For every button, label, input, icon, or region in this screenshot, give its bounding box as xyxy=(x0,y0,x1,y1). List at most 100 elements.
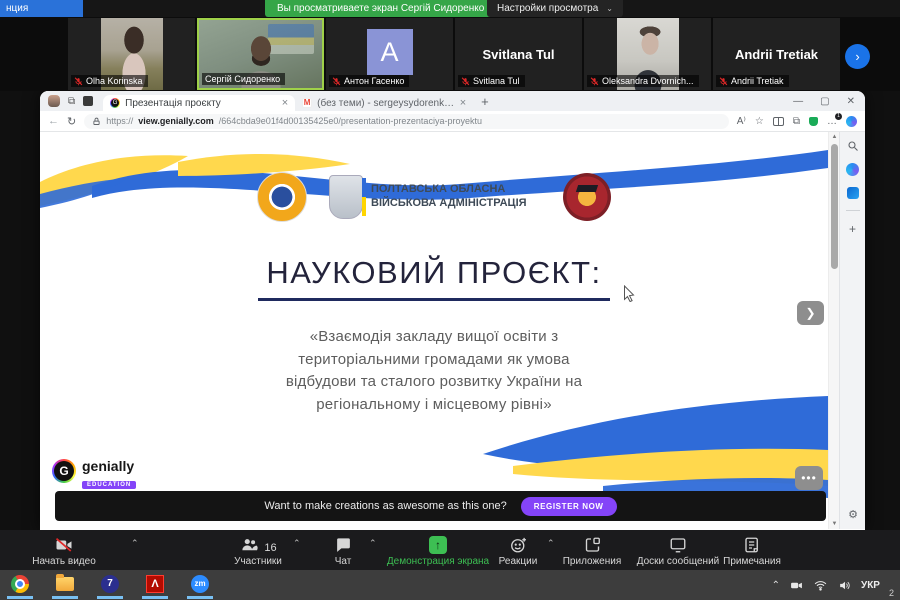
browser-window: ⧉ Презентація проєкту × M (без теми) - s… xyxy=(40,91,865,530)
participant-name: Olha Korinska xyxy=(86,76,143,86)
participant-strip: Olha Korinska Сергій Сидоренко A Антон Г… xyxy=(0,17,900,91)
menu-badge: 1 xyxy=(835,113,842,120)
address-bar[interactable]: https://view.genially.com/664cbda9e01f4d… xyxy=(84,114,729,129)
browser-menu-icon[interactable]: …1 xyxy=(827,116,837,127)
browser-titlebar: ⧉ Презентація проєкту × M (без теми) - s… xyxy=(40,91,865,111)
browser-urlbar: ← ↻ https://view.genially.com/664cbda9e0… xyxy=(40,111,865,132)
tray-camera-icon[interactable] xyxy=(789,579,804,592)
chat-icon xyxy=(334,537,353,554)
volume-icon[interactable] xyxy=(837,579,852,592)
reactions-icon xyxy=(509,536,528,554)
video-options-chevron[interactable]: ⌃ xyxy=(131,538,139,549)
tray-clock[interactable]: 2 xyxy=(889,588,894,598)
chat-button[interactable]: Чат xyxy=(318,534,368,567)
extension-shield-icon[interactable] xyxy=(809,117,818,126)
mic-muted-icon xyxy=(332,77,341,86)
participant-name-badge: Сергій Сидоренко xyxy=(202,73,285,85)
slide-title: НАУКОВИЙ ПРОЄКТ: xyxy=(40,255,828,291)
mic-muted-icon xyxy=(590,77,599,86)
collections-icon[interactable]: ⧉ xyxy=(793,116,800,127)
apps-button[interactable]: Приложения xyxy=(558,534,626,567)
scrollbar-thumb[interactable] xyxy=(831,144,838,269)
window-controls: — ▢ ✕ xyxy=(793,91,855,111)
view-settings-button[interactable]: Настройки просмотра ⌄ xyxy=(487,0,623,17)
taskbar-chrome[interactable] xyxy=(11,575,29,593)
slide-next-button[interactable]: ❯ xyxy=(797,301,824,325)
participant-name-badge: Oleksandra Dvornich... xyxy=(587,75,699,87)
minimize-button[interactable]: — xyxy=(793,96,803,107)
browser-profile-avatar[interactable] xyxy=(48,95,60,107)
maximize-button[interactable]: ▢ xyxy=(820,96,829,107)
browser-content: ПОЛТАВСЬКА ОБЛАСНА ВІЙСЬКОВА АДМІНІСТРАЦ… xyxy=(40,132,865,529)
language-indicator[interactable]: УКР xyxy=(861,580,880,591)
title-underline xyxy=(258,298,610,301)
read-aloud-icon[interactable]: A⁾ xyxy=(737,116,746,127)
reload-icon[interactable]: ↻ xyxy=(67,115,76,128)
sidebar-app-icon[interactable] xyxy=(847,187,859,199)
tray-expand-icon[interactable]: ⌃ xyxy=(772,580,780,591)
genially-brand[interactable]: genially EDUCATION xyxy=(52,459,136,491)
share-screen-label: Демонстрация экрана xyxy=(387,556,489,567)
taskbar-zoom[interactable]: zm xyxy=(191,575,209,593)
close-window-button[interactable]: ✕ xyxy=(847,96,855,107)
sidebar-settings-icon[interactable]: ⚙ xyxy=(840,508,865,521)
participant-tile-andrii[interactable]: Andrii Tretiak Andrii Tretiak xyxy=(713,18,840,90)
wifi-icon[interactable] xyxy=(813,579,828,592)
participant-tile-svitlana[interactable]: Svitlana Tul Svitlana Tul xyxy=(455,18,582,90)
register-now-button[interactable]: REGISTER NOW xyxy=(521,497,617,516)
acrobat-icon: Λ xyxy=(146,575,164,593)
taskbar-acrobat[interactable]: Λ xyxy=(146,575,164,593)
copilot-sidebar-icon[interactable] xyxy=(846,163,859,176)
share-screen-button[interactable]: ↑ Демонстрация экрана xyxy=(383,534,493,567)
whiteboards-label: Доски сообщений xyxy=(637,556,720,567)
participants-button[interactable]: 16 Участники xyxy=(214,534,302,567)
avatar: A xyxy=(367,29,413,75)
participant-tile-anton[interactable]: A Антон Гасенко xyxy=(326,18,453,90)
back-icon[interactable]: ← xyxy=(48,115,59,127)
participant-tile-olha[interactable]: Olha Korinska xyxy=(68,18,195,90)
sidebar-divider xyxy=(846,210,860,211)
tab-actions-icon[interactable] xyxy=(83,96,93,106)
lock-icon xyxy=(92,117,101,126)
participants-icon xyxy=(239,536,260,554)
start-video-button[interactable]: Начать видео xyxy=(14,534,114,567)
edge-sidebar: + ⚙ xyxy=(839,132,865,529)
administration-logo: ПОЛТАВСЬКА ОБЛАСНА ВІЙСЬКОВА АДМІНІСТРАЦ… xyxy=(329,175,541,219)
whiteboards-button[interactable]: Доски сообщений xyxy=(628,534,728,567)
participant-tile-oleksandra[interactable]: Oleksandra Dvornich... xyxy=(584,18,711,90)
reactions-button[interactable]: Реакции xyxy=(492,534,544,567)
page-scrollbar[interactable]: ▲ ▼ xyxy=(828,132,839,529)
genially-logo-icon xyxy=(52,459,76,483)
sidebar-add-icon[interactable]: + xyxy=(849,222,856,236)
genially-wordmark: genially xyxy=(82,459,136,473)
reactions-chevron[interactable]: ⌃ xyxy=(547,538,555,549)
poltava-emblem-logo xyxy=(257,172,307,222)
notes-button[interactable]: Примечания xyxy=(714,534,790,567)
tab-presentation[interactable]: Презентація проєкту × xyxy=(103,95,295,111)
favorite-star-icon[interactable]: ☆ xyxy=(755,116,764,127)
mouse-cursor xyxy=(623,285,636,302)
copilot-icon[interactable] xyxy=(846,116,857,127)
slide-more-button[interactable]: ••• xyxy=(795,466,823,490)
close-tab-icon[interactable]: × xyxy=(460,97,466,109)
participant-tile-serhii[interactable]: Сергій Сидоренко xyxy=(197,18,324,90)
register-banner: Want to make creations as awesome as thi… xyxy=(55,491,826,521)
participants-chevron[interactable]: ⌃ xyxy=(293,538,301,549)
split-screen-icon[interactable] xyxy=(773,117,784,126)
apps-label: Приложения xyxy=(563,556,622,567)
chat-chevron[interactable]: ⌃ xyxy=(369,538,377,549)
mic-muted-icon xyxy=(461,77,470,86)
next-participants-button[interactable]: › xyxy=(845,44,870,69)
taskbar-app-seven[interactable]: 7 xyxy=(101,575,119,593)
search-icon[interactable] xyxy=(847,140,859,152)
participant-name-badge: Svitlana Tul xyxy=(458,75,525,87)
taskbar-explorer[interactable] xyxy=(56,575,74,593)
new-tab-button[interactable]: + xyxy=(481,94,489,109)
windows-taskbar: 7 Λ zm ⌃ УКР 2 xyxy=(0,570,900,600)
start-video-label: Начать видео xyxy=(32,556,96,567)
participant-name: Антон Гасенко xyxy=(344,76,404,86)
workspaces-icon[interactable]: ⧉ xyxy=(68,96,75,107)
close-tab-icon[interactable]: × xyxy=(282,97,288,109)
tab-gmail[interactable]: M (без теми) - sergeysydorenko2... × xyxy=(295,95,473,111)
seven-app-icon: 7 xyxy=(101,575,119,593)
